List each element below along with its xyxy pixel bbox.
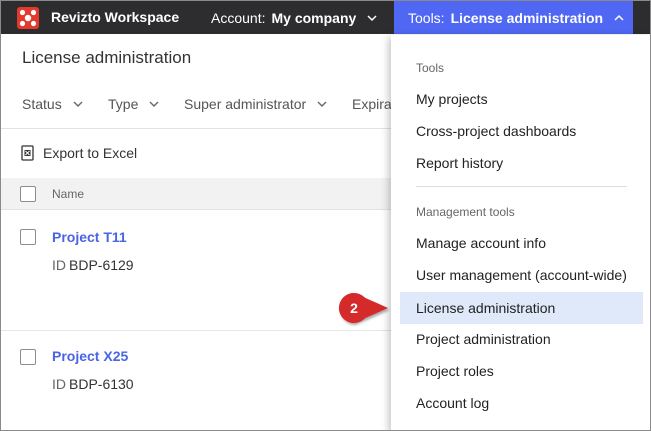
menu-section-management-tools: Management tools	[416, 205, 515, 219]
project-id-prefix: ID	[52, 257, 66, 273]
tools-value: License administration	[450, 9, 604, 26]
filter-super-administrator-label: Super administrator	[184, 96, 307, 112]
tools-label: Tools:	[408, 9, 445, 26]
project-id-value: BDP-6130	[69, 376, 134, 392]
menu-item-manage-account-info[interactable]: Manage account info	[400, 227, 643, 259]
brand-name: Revizto Workspace	[51, 9, 180, 25]
account-switcher[interactable]: Account: My company	[197, 1, 392, 34]
filter-type[interactable]: Type	[108, 96, 160, 112]
chevron-down-icon	[73, 101, 83, 107]
filter-expiration-label: Expira	[352, 96, 392, 112]
menu-item-report-history[interactable]: Report history	[400, 147, 643, 179]
menu-item-project-administration[interactable]: Project administration	[400, 323, 643, 355]
chevron-down-icon	[367, 14, 377, 21]
project-id-prefix: ID	[52, 376, 66, 392]
column-header-name[interactable]: Name	[52, 187, 84, 201]
filter-expiration[interactable]: Expira	[352, 96, 392, 112]
select-all-checkbox[interactable]	[20, 186, 36, 202]
menu-item-cross-project-dashboards[interactable]: Cross-project dashboards	[400, 115, 643, 147]
project-id-value: BDP-6129	[69, 257, 134, 273]
top-navigation-bar: Revizto Workspace Account: My company To…	[1, 1, 650, 34]
project-id: ID BDP-6130	[52, 376, 134, 392]
page-title: License administration	[22, 48, 192, 67]
menu-item-user-management[interactable]: User management (account-wide)	[400, 259, 643, 291]
project-link[interactable]: Project T11	[52, 229, 127, 245]
chevron-down-icon	[317, 101, 327, 107]
menu-item-my-projects[interactable]: My projects	[400, 83, 643, 115]
row-checkbox[interactable]	[20, 349, 36, 365]
chevron-down-icon	[149, 101, 159, 107]
account-label: Account:	[211, 9, 266, 26]
excel-export-icon	[21, 145, 34, 161]
menu-item-project-roles[interactable]: Project roles	[400, 355, 643, 387]
tools-menu-button[interactable]: Tools: License administration	[394, 1, 633, 34]
account-value: My company	[271, 9, 357, 26]
filter-super-administrator[interactable]: Super administrator	[184, 96, 328, 112]
row-checkbox[interactable]	[20, 229, 36, 245]
project-link[interactable]: Project X25	[52, 348, 128, 364]
step-callout: 2	[338, 292, 390, 324]
project-id: ID BDP-6129	[52, 257, 134, 273]
filter-status-label: Status	[22, 96, 62, 112]
menu-item-license-administration[interactable]: License administration	[400, 292, 643, 324]
menu-item-account-log[interactable]: Account log	[400, 387, 643, 419]
menu-divider	[416, 186, 627, 187]
filter-status[interactable]: Status	[22, 96, 84, 112]
filter-type-label: Type	[108, 96, 139, 112]
export-to-excel-button[interactable]: Export to Excel	[21, 145, 137, 161]
revizto-logo-icon[interactable]	[17, 7, 39, 29]
export-to-excel-label: Export to Excel	[43, 145, 138, 161]
menu-section-tools: Tools	[416, 61, 445, 75]
chevron-up-icon	[614, 14, 624, 21]
tools-dropdown-menu: Tools My projects Cross-project dashboar…	[391, 35, 650, 430]
app-window: Revizto Workspace Account: My company To…	[0, 0, 651, 431]
callout-number: 2	[350, 300, 358, 316]
